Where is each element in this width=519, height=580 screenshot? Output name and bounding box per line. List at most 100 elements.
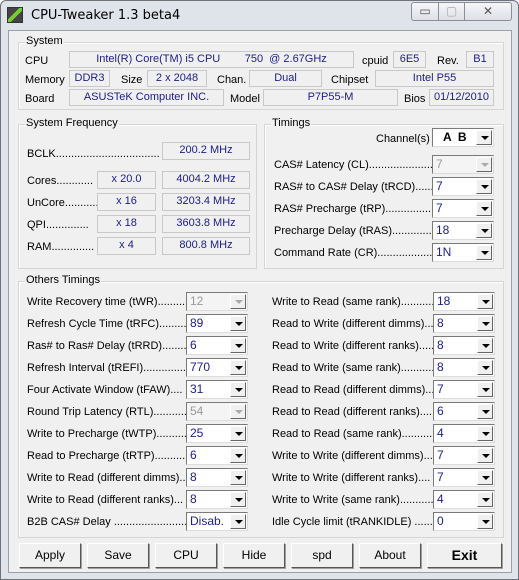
timing-dropdown[interactable]: 7 xyxy=(432,199,494,218)
other-timing-dropdown[interactable]: 7 xyxy=(433,380,495,399)
other-timing-dropdown-value: 8 xyxy=(190,492,197,506)
chevron-down-icon[interactable] xyxy=(230,448,246,463)
other-timing-dropdown-value: 0 xyxy=(437,514,444,528)
rev-label: Rev. xyxy=(437,55,459,67)
chevron-down-icon[interactable] xyxy=(477,316,493,331)
other-timing-dropdown[interactable]: 4 xyxy=(433,424,495,443)
freq-value: 3203.4 MHz xyxy=(162,193,250,211)
other-timing-label: B2B CAS# Delay ........................ xyxy=(27,516,188,528)
other-timing-dropdown[interactable]: 18 xyxy=(433,292,495,311)
chevron-down-icon[interactable] xyxy=(230,470,246,485)
timing-dropdown[interactable]: 7 xyxy=(432,177,494,196)
timing-label: Precharge Delay (tRAS).............. xyxy=(274,225,435,237)
timing-dropdown[interactable]: 1N xyxy=(432,243,494,262)
channels-dropdown[interactable]: A B xyxy=(432,128,494,147)
chevron-down-icon[interactable] xyxy=(230,492,246,507)
other-timing-dropdown-value: 8 xyxy=(437,316,444,330)
timing-dropdown[interactable]: 18 xyxy=(432,221,494,240)
chan-label: Chan. xyxy=(217,74,247,86)
other-timing-dropdown-value: 7 xyxy=(437,448,444,462)
other-timing-dropdown[interactable]: 8 xyxy=(433,358,495,377)
freq-value: 3603.8 MHz xyxy=(162,215,250,233)
other-timing-label: Read to Read (different ranks).... xyxy=(272,406,432,418)
memory-field: DDR3 xyxy=(69,70,110,87)
close-button[interactable]: ✕ xyxy=(464,2,512,21)
other-timing-label: Read to Write (different dimms).... xyxy=(272,318,437,330)
other-timing-label: Ras# to Ras# Delay (tRRD)......... xyxy=(27,340,190,352)
other-timing-label: Write Recovery time (tWR)......... xyxy=(27,296,186,308)
chevron-down-icon[interactable] xyxy=(476,179,492,194)
chevron-down-icon[interactable] xyxy=(230,382,246,397)
exit-button[interactable]: Exit xyxy=(427,543,502,568)
other-timing-dropdown[interactable]: Disab. xyxy=(186,512,248,531)
other-timing-dropdown-value: 12 xyxy=(190,294,204,308)
minimize-button[interactable]: ▭ xyxy=(411,2,439,21)
other-timing-dropdown[interactable]: 6 xyxy=(433,402,495,421)
cpu-label: CPU xyxy=(25,55,49,67)
other-timing-dropdown-value: 4 xyxy=(437,492,444,506)
other-timing-dropdown[interactable]: 0 xyxy=(433,512,495,531)
other-timing-label: Write to Precharge (tWTP).......... xyxy=(27,428,187,440)
other-timing-dropdown[interactable]: 8 xyxy=(186,490,248,509)
timing-label: RAS# to CAS# Delay (tRCD)....... xyxy=(274,181,437,193)
chevron-down-icon[interactable] xyxy=(476,201,492,216)
about-button[interactable]: About xyxy=(359,543,421,568)
chevron-down-icon[interactable] xyxy=(477,426,493,441)
other-timing-dropdown[interactable]: 25 xyxy=(186,424,248,443)
other-timing-dropdown-value: 7 xyxy=(437,382,444,396)
chevron-down-icon[interactable] xyxy=(230,316,246,331)
other-timing-dropdown[interactable]: 31 xyxy=(186,380,248,399)
bclk-label: BCLK.................................. xyxy=(27,148,160,160)
save-button[interactable]: Save xyxy=(87,543,149,568)
chevron-down-icon[interactable] xyxy=(477,404,493,419)
other-timing-dropdown-value: 6 xyxy=(190,448,197,462)
freq-value: 4004.2 MHz xyxy=(162,171,250,189)
chevron-down-icon[interactable] xyxy=(230,338,246,353)
chevron-down-icon[interactable] xyxy=(477,338,493,353)
freq-multiplier: x 16 xyxy=(97,193,156,211)
others-timings-group-title: Others Timings xyxy=(25,274,101,286)
other-timing-dropdown[interactable]: 7 xyxy=(433,468,495,487)
freq-multiplier: x 20.0 xyxy=(97,171,156,189)
chevron-down-icon[interactable] xyxy=(477,294,493,309)
other-timing-dropdown[interactable]: 8 xyxy=(186,468,248,487)
chipset-field: Intel P55 xyxy=(375,70,494,87)
size-label: Size xyxy=(121,74,143,86)
chevron-down-icon[interactable] xyxy=(477,360,493,375)
other-timing-label: Write to Read (different ranks)... xyxy=(27,494,184,506)
other-timing-dropdown[interactable]: 7 xyxy=(433,446,495,465)
chevron-down-icon[interactable] xyxy=(230,360,246,375)
other-timing-dropdown[interactable]: 8 xyxy=(433,336,495,355)
other-timing-dropdown[interactable]: 8 xyxy=(433,314,495,333)
chevron-down-icon[interactable] xyxy=(477,492,493,507)
other-timing-dropdown[interactable]: 6 xyxy=(186,336,248,355)
other-timing-dropdown[interactable]: 6 xyxy=(186,446,248,465)
channels-label: Channel(s) xyxy=(376,133,430,145)
cpu-button[interactable]: CPU xyxy=(155,543,217,568)
spd-button[interactable]: spd xyxy=(291,543,353,568)
frequency-group-title: System Frequency xyxy=(25,117,119,129)
chevron-down-icon[interactable] xyxy=(477,470,493,485)
other-timing-dropdown[interactable]: 4 xyxy=(433,490,495,509)
chan-field: Dual xyxy=(249,70,322,87)
chevron-down-icon[interactable] xyxy=(476,130,492,145)
chevron-down-icon[interactable] xyxy=(476,245,492,260)
maximize-button[interactable]: ▢ xyxy=(438,2,465,21)
chevron-down-icon[interactable] xyxy=(476,223,492,238)
freq-label: UnCore........... xyxy=(27,197,99,209)
other-timing-dropdown[interactable]: 89 xyxy=(186,314,248,333)
cpuid-label: cpuid xyxy=(362,55,389,67)
other-timing-label: Read to Read (different dimms)... xyxy=(272,384,435,396)
other-timing-dropdown-value: 6 xyxy=(190,338,197,352)
chevron-down-icon[interactable] xyxy=(477,382,493,397)
other-timing-dropdown[interactable]: 770 xyxy=(186,358,248,377)
chevron-down-icon[interactable] xyxy=(477,514,493,529)
apply-button[interactable]: Apply xyxy=(19,543,81,568)
hide-button[interactable]: Hide xyxy=(223,543,285,568)
chevron-down-icon[interactable] xyxy=(230,426,246,441)
other-timing-dropdown-value: 770 xyxy=(190,360,211,374)
chevron-down-icon xyxy=(476,157,492,172)
window-title: CPU-Tweaker 1.3 beta4 xyxy=(31,8,181,23)
chevron-down-icon[interactable] xyxy=(230,514,246,529)
chevron-down-icon[interactable] xyxy=(477,448,493,463)
